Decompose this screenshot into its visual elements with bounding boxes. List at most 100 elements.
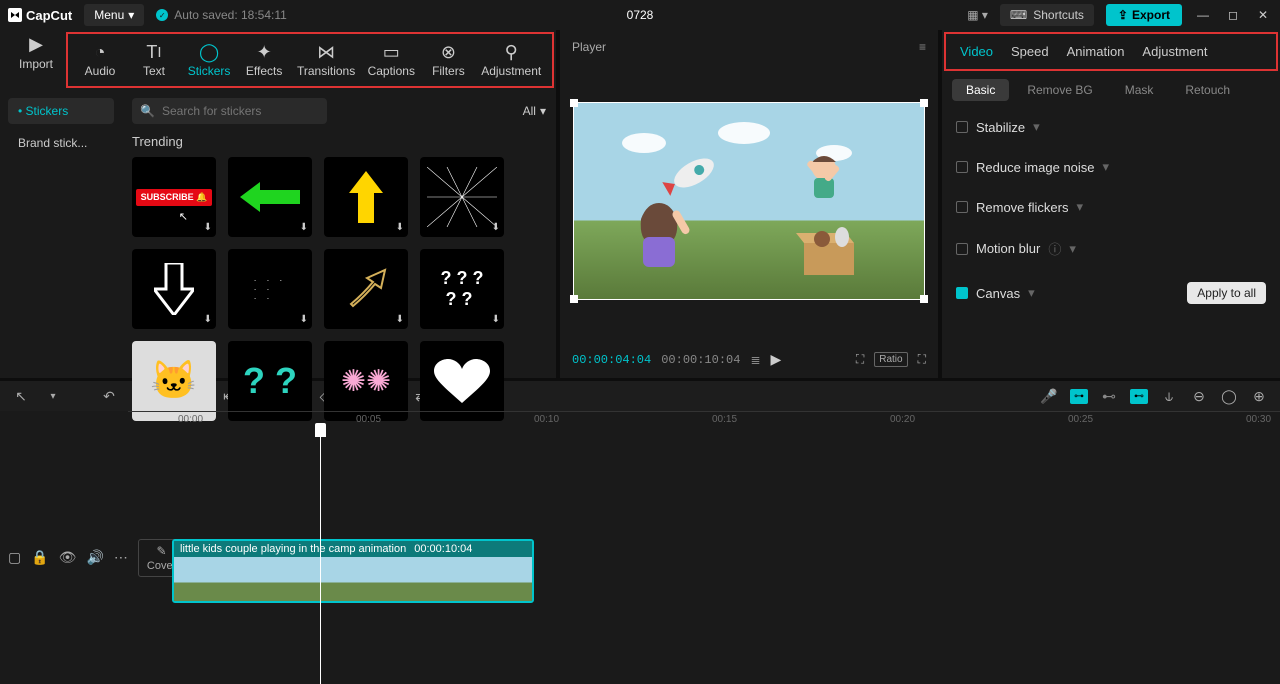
stickers-sidebar: Stickers Brand stick...: [0, 90, 122, 429]
prop-flickers[interactable]: Remove flickers▾: [942, 187, 1280, 227]
filter-icon: ▾: [540, 104, 546, 118]
sticker-green-arrow[interactable]: ⬇: [228, 157, 312, 237]
keyboard-icon: ⌨: [1010, 8, 1027, 22]
subtab-retouch[interactable]: Retouch: [1171, 79, 1244, 101]
tab-audio[interactable]: ◔Audio: [78, 40, 122, 80]
prop-motion[interactable]: Motion blurⓘ▾: [942, 227, 1280, 270]
chevron-down-icon: ▾: [1103, 159, 1110, 175]
mute-icon[interactable]: 🔊: [86, 549, 103, 567]
zoom-in-icon[interactable]: ⊕: [1250, 387, 1268, 405]
prop-canvas[interactable]: Canvas▾ Apply to all: [942, 270, 1280, 316]
player-canvas[interactable]: [570, 64, 928, 337]
zoom-fit-icon[interactable]: ◯: [1220, 387, 1238, 405]
lock-icon[interactable]: 🔒: [31, 549, 48, 567]
ruler-tick: 00:25: [1068, 414, 1093, 425]
more-icon[interactable]: ⋯: [114, 549, 128, 567]
props-tab-animation[interactable]: Animation: [1067, 44, 1125, 59]
chevron-down-icon: ▾: [1033, 119, 1040, 135]
sticker-fireworks[interactable]: ✺✺: [324, 341, 408, 421]
clip-title: little kids couple playing in the camp a…: [180, 543, 406, 555]
tab-text[interactable]: TIText: [132, 40, 176, 80]
props-tab-adjustment[interactable]: Adjustment: [1142, 44, 1207, 59]
timeline-ruler[interactable]: 00:00 00:05 00:10 00:15 00:20 00:25 00:3…: [128, 411, 1280, 431]
sticker-stars[interactable]: · · · · ·· ·⬇: [228, 249, 312, 329]
ratio-button[interactable]: Ratio: [874, 352, 907, 367]
checkbox[interactable]: [956, 161, 968, 173]
checkbox[interactable]: [956, 287, 968, 299]
sticker-cat[interactable]: 🐱: [132, 341, 216, 421]
close-button[interactable]: ✕: [1254, 6, 1272, 24]
tab-effects[interactable]: ✦Effects: [242, 40, 286, 80]
prop-noise[interactable]: Reduce image noise▾: [942, 147, 1280, 187]
player-menu-icon[interactable]: ≡: [919, 40, 926, 54]
video-frame[interactable]: [573, 102, 925, 300]
tab-transitions[interactable]: ⋈Transitions: [296, 40, 356, 80]
chevron-down-icon[interactable]: ▾: [44, 387, 62, 405]
cursor-tool[interactable]: ↖: [12, 387, 30, 405]
tab-adjustment[interactable]: ⚲Adjustment: [480, 40, 542, 80]
chevron-down-icon: ▾: [1028, 285, 1035, 301]
ruler-tick: 00:30: [1246, 414, 1271, 425]
stickers-icon: ◯: [199, 42, 219, 62]
adjustment-icon: ⚲: [505, 42, 518, 62]
list-icon[interactable]: ≣: [750, 353, 760, 367]
sticker-heart[interactable]: [420, 341, 504, 421]
checkbox[interactable]: [956, 243, 968, 255]
collapse-icon[interactable]: ▢: [8, 549, 21, 567]
tab-import[interactable]: ▶ Import: [10, 34, 62, 71]
prop-stabilize[interactable]: Stabilize▾: [942, 107, 1280, 147]
align-icon[interactable]: ⫝: [1160, 387, 1178, 405]
menu-button[interactable]: Menu ▾: [84, 4, 144, 26]
magnet-badge[interactable]: ⊷: [1130, 389, 1148, 404]
project-title: 0728: [627, 8, 654, 22]
sticker-question-marks[interactable]: ? ? ? ? ?⬇: [420, 249, 504, 329]
video-clip[interactable]: little kids couple playing in the camp a…: [172, 539, 534, 603]
properties-tabs-highlight: Video Speed Animation Adjustment: [944, 32, 1278, 71]
sticker-outline-down-arrow[interactable]: ⬇: [132, 249, 216, 329]
timeline-tracks[interactable]: little kids couple playing in the camp a…: [128, 431, 1280, 684]
all-filter-button[interactable]: All ▾: [523, 104, 546, 118]
subtab-mask[interactable]: Mask: [1111, 79, 1168, 101]
app-logo: CapCut: [8, 8, 72, 23]
search-input[interactable]: [132, 98, 327, 124]
tab-captions[interactable]: ▭Captions: [366, 40, 416, 80]
subtab-basic[interactable]: Basic: [952, 79, 1009, 101]
eye-icon[interactable]: 👁: [59, 549, 77, 567]
export-button[interactable]: ⇪ Export: [1106, 4, 1182, 26]
fullscreen-icon[interactable]: ⛶: [918, 352, 926, 367]
info-icon: ⓘ: [1048, 239, 1061, 258]
audio-icon: ◔: [95, 42, 106, 62]
subtab-removebg[interactable]: Remove BG: [1013, 79, 1106, 101]
tab-stickers[interactable]: ◯Stickers: [186, 40, 232, 80]
snap-badge[interactable]: ⊶: [1070, 389, 1088, 404]
playhead[interactable]: [320, 431, 321, 684]
upload-icon: ⇪: [1118, 8, 1128, 22]
maximize-button[interactable]: ◻: [1224, 6, 1242, 24]
media-tabs-highlight: ◔Audio TIText ◯Stickers ✦Effects ⋈Transi…: [66, 32, 554, 88]
tab-filters[interactable]: ⊗Filters: [426, 40, 470, 80]
sidebar-item-stickers[interactable]: Stickers: [8, 98, 114, 124]
props-tab-speed[interactable]: Speed: [1011, 44, 1049, 59]
autosave-status: ✓ Auto saved: 18:54:11: [156, 8, 287, 22]
sticker-subscribe[interactable]: SUBSCRIBE 🔔↖⬇: [132, 157, 216, 237]
sticker-yellow-arrow[interactable]: ⬇: [324, 157, 408, 237]
play-button[interactable]: ▶: [771, 351, 782, 368]
app-name: CapCut: [26, 8, 72, 23]
sticker-gold-arrow[interactable]: ⬇: [324, 249, 408, 329]
layout-icon[interactable]: ▦ ▾: [967, 8, 988, 22]
zoom-out-icon[interactable]: ⊖: [1190, 387, 1208, 405]
crop-icon[interactable]: ⛶: [856, 352, 864, 367]
minimize-button[interactable]: —: [1194, 6, 1212, 24]
player-panel: Player ≡: [560, 30, 938, 378]
sticker-speed-lines[interactable]: ⬇: [420, 157, 504, 237]
mic-icon[interactable]: 🎤: [1040, 387, 1058, 405]
checkbox[interactable]: [956, 201, 968, 213]
shortcuts-button[interactable]: ⌨ Shortcuts: [1000, 4, 1094, 26]
sidebar-item-brand[interactable]: Brand stick...: [8, 130, 114, 156]
sticker-teal-question[interactable]: ? ?: [228, 341, 312, 421]
apply-to-all-button[interactable]: Apply to all: [1187, 282, 1266, 304]
props-tab-video[interactable]: Video: [960, 44, 993, 59]
track-icon[interactable]: ⊷: [1100, 387, 1118, 405]
checkbox[interactable]: [956, 121, 968, 133]
undo-button[interactable]: ↶: [100, 387, 118, 405]
